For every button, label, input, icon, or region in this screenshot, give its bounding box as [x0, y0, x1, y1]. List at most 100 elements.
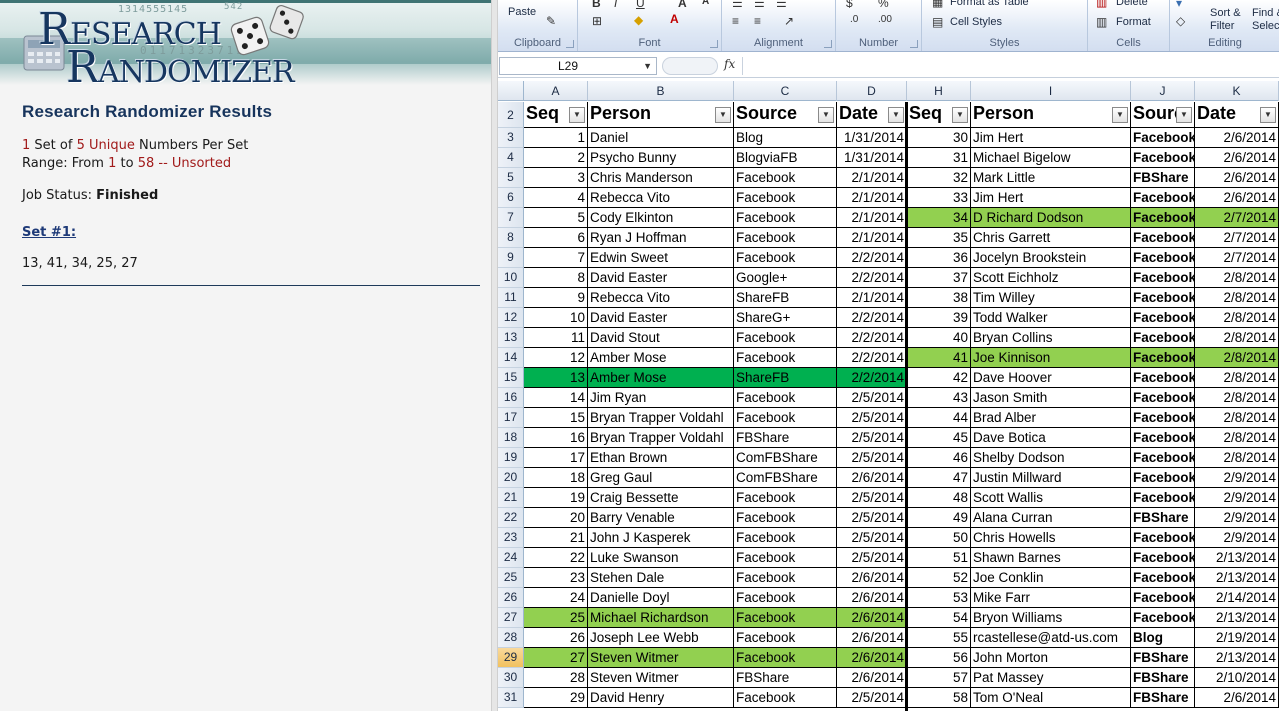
column-header-C[interactable]: C [734, 81, 837, 101]
table-cell[interactable]: 3 [524, 168, 588, 188]
format-as-table-button[interactable]: Format as Table [950, 0, 1029, 8]
table-cell[interactable]: Facebook [1131, 348, 1195, 368]
table-cell[interactable]: Ryan J Hoffman [588, 228, 734, 248]
table-cell[interactable]: 2/8/2014 [1195, 328, 1279, 348]
table-cell[interactable]: Brad Alber [971, 408, 1131, 428]
table-cell[interactable]: 2/8/2014 [1195, 348, 1279, 368]
table-cell[interactable]: Edwin Sweet [588, 248, 734, 268]
table-cell[interactable]: 24 [524, 588, 588, 608]
table-cell[interactable]: 2/2/2014 [837, 308, 907, 328]
table-cell[interactable]: 2/13/2014 [1195, 568, 1279, 588]
table-cell[interactable]: 2/6/2014 [1195, 168, 1279, 188]
align-left-icon[interactable]: ≡ [732, 14, 739, 28]
table-cell[interactable]: Facebook [1131, 208, 1195, 228]
table-cell[interactable]: 51 [907, 548, 971, 568]
table-cell[interactable]: 7 [524, 248, 588, 268]
sort-filter-label-2[interactable]: Filter [1210, 20, 1234, 32]
table-cell[interactable]: Facebook [734, 588, 837, 608]
table-cell[interactable]: Rebecca Vito [588, 288, 734, 308]
table-cell[interactable]: rcastellese@atd-us.com [971, 628, 1131, 648]
table-cell[interactable]: David Easter [588, 268, 734, 288]
table-cell[interactable]: Facebook [1131, 228, 1195, 248]
table-cell[interactable]: Dave Botica [971, 428, 1131, 448]
table-cell[interactable]: ShareFB [734, 368, 837, 388]
table-cell[interactable]: Bryon Williams [971, 608, 1131, 628]
table-cell[interactable]: 2/1/2014 [837, 188, 907, 208]
filter-dropdown-icon[interactable]: ▼ [569, 107, 585, 123]
table-cell[interactable]: David Stout [588, 328, 734, 348]
table-cell[interactable]: 2/9/2014 [1195, 508, 1279, 528]
table-cell[interactable]: Facebook [734, 688, 837, 708]
filter-dropdown-icon[interactable]: ▼ [1176, 107, 1192, 123]
find-select-label-1[interactable]: Find & [1252, 7, 1279, 19]
table-cell[interactable]: Blog [734, 128, 837, 148]
table-cell[interactable]: 2/1/2014 [837, 208, 907, 228]
table-cell[interactable]: Jocelyn Brookstein [971, 248, 1131, 268]
row-header-2[interactable]: 2 [498, 102, 524, 128]
table-cell[interactable]: 13 [524, 368, 588, 388]
table-cell[interactable]: 2/2/2014 [837, 328, 907, 348]
table-cell[interactable]: 2/2/2014 [837, 248, 907, 268]
filter-dropdown-icon[interactable]: ▼ [1112, 107, 1128, 123]
table-cell[interactable]: 2/7/2014 [1195, 248, 1279, 268]
name-box[interactable]: L29 ▼ [499, 57, 657, 75]
table-cell[interactable]: 2/13/2014 [1195, 548, 1279, 568]
table-cell[interactable]: Facebook [1131, 588, 1195, 608]
format-painter-icon[interactable]: ✎ [546, 14, 556, 28]
table-cell[interactable]: 2/1/2014 [837, 228, 907, 248]
table-cell[interactable]: 2/2/2014 [837, 348, 907, 368]
table-cell[interactable]: 14 [524, 388, 588, 408]
table-cell[interactable]: David Henry [588, 688, 734, 708]
table-cell[interactable]: 20 [524, 508, 588, 528]
table-cell[interactable]: Steven Witmer [588, 668, 734, 688]
table-cell[interactable]: Facebook [1131, 568, 1195, 588]
font-color-icon[interactable]: A [670, 12, 679, 26]
table-cell[interactable]: Facebook [1131, 188, 1195, 208]
table-cell[interactable]: Facebook [1131, 288, 1195, 308]
table-cell[interactable]: 55 [907, 628, 971, 648]
table-cell[interactable]: Facebook [1131, 488, 1195, 508]
table-cell[interactable]: FBShare [734, 668, 837, 688]
table-cell[interactable]: Jim Hert [971, 128, 1131, 148]
table-cell[interactable]: Alana Curran [971, 508, 1131, 528]
table-cell[interactable]: 12 [524, 348, 588, 368]
table-cell[interactable]: Amber Mose [588, 348, 734, 368]
table-cell[interactable]: 18 [524, 468, 588, 488]
table-cell[interactable]: Facebook [734, 188, 837, 208]
row-header-23[interactable]: 23 [498, 528, 524, 548]
decrease-decimal-icon[interactable]: .00 [878, 14, 892, 25]
table-cell[interactable]: 2/5/2014 [837, 408, 907, 428]
table-cell[interactable]: 49 [907, 508, 971, 528]
row-header-12[interactable]: 12 [498, 308, 524, 328]
table-cell[interactable]: 2/8/2014 [1195, 368, 1279, 388]
table-cell[interactable]: Google+ [734, 268, 837, 288]
row-header-29[interactable]: 29 [498, 648, 524, 668]
table-cell[interactable]: Facebook [734, 328, 837, 348]
table-cell[interactable]: Scott Eichholz [971, 268, 1131, 288]
table-cell[interactable]: Facebook [1131, 128, 1195, 148]
table-cell[interactable]: 2/5/2014 [837, 508, 907, 528]
bold-icon[interactable]: B [592, 0, 601, 10]
table-cell[interactable]: 25 [524, 608, 588, 628]
table-cell[interactable]: 2/8/2014 [1195, 408, 1279, 428]
table-cell[interactable]: 43 [907, 388, 971, 408]
table-cell[interactable]: Facebook [734, 488, 837, 508]
insert-function-icon[interactable]: fx [724, 57, 735, 71]
underline-icon[interactable]: U [636, 0, 645, 10]
table-cell[interactable]: 5 [524, 208, 588, 228]
table-cell[interactable]: 4 [524, 188, 588, 208]
row-header-28[interactable]: 28 [498, 628, 524, 648]
table-cell[interactable]: 2/6/2014 [837, 568, 907, 588]
table-cell[interactable]: Facebook [734, 628, 837, 648]
table-cell[interactable]: 39 [907, 308, 971, 328]
table-cell[interactable]: 21 [524, 528, 588, 548]
table-cell[interactable]: 2/5/2014 [837, 448, 907, 468]
table-cell[interactable]: Facebook [1131, 468, 1195, 488]
row-header-8[interactable]: 8 [498, 228, 524, 248]
table-cell[interactable]: 17 [524, 448, 588, 468]
table-cell[interactable]: 27 [524, 648, 588, 668]
alignment-launcher-icon[interactable] [824, 40, 832, 48]
column-header-B[interactable]: B [588, 81, 734, 101]
table-cell[interactable]: 2/5/2014 [837, 388, 907, 408]
table-cell[interactable]: Facebook [1131, 608, 1195, 628]
